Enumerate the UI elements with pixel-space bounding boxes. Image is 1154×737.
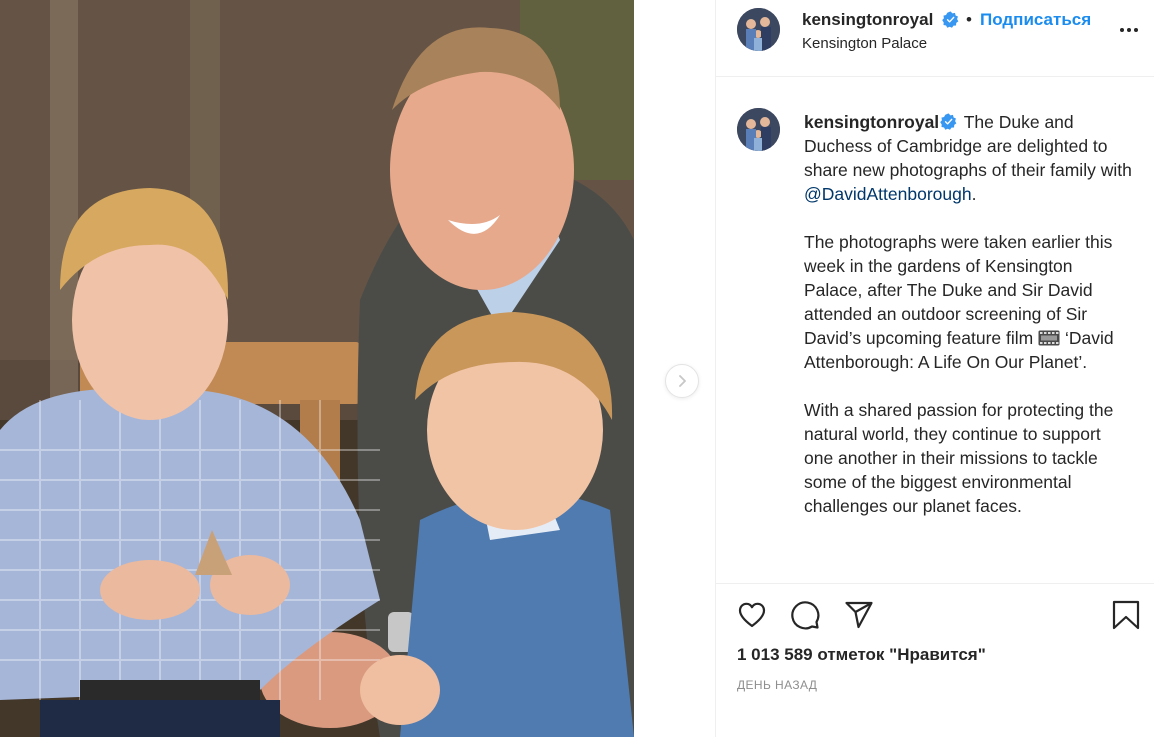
next-photo-button[interactable]	[665, 364, 699, 398]
photo-illustration	[0, 0, 634, 737]
comments-section: kensingtonroyal The Duke and Duchess of …	[716, 78, 1154, 584]
post-header: kensingtonroyal • Подписаться Kensington…	[716, 0, 1154, 77]
comment-icon[interactable]	[788, 598, 822, 632]
post-timestamp[interactable]: ДЕНЬ НАЗАД	[737, 678, 817, 692]
film-frames-icon	[1038, 330, 1060, 346]
caption-paragraph-1: kensingtonroyal The Duke and Duchess of …	[804, 110, 1134, 206]
bookmark-icon[interactable]	[1109, 598, 1143, 632]
likes-count[interactable]: 1 013 589 отметок "Нравится"	[737, 645, 986, 665]
paper-plane-icon[interactable]	[842, 598, 876, 632]
avatar-image	[737, 108, 780, 151]
caption-avatar[interactable]	[737, 108, 780, 151]
post-sidebar: kensingtonroyal • Подписаться Kensington…	[715, 0, 1154, 737]
post-caption: kensingtonroyal The Duke and Duchess of …	[804, 110, 1134, 542]
bookmark-icon-glyph	[1112, 600, 1140, 630]
post-photo[interactable]	[0, 0, 634, 737]
post-media	[0, 0, 715, 737]
avatar[interactable]	[737, 8, 780, 51]
caption-paragraph-3: With a shared passion for protecting the…	[804, 400, 1114, 516]
paper-plane-icon-glyph	[845, 601, 873, 629]
mention-link[interactable]: @DavidAttenborough	[804, 184, 972, 204]
verified-badge-icon	[942, 11, 959, 28]
follow-button[interactable]: Подписаться	[980, 10, 1091, 30]
caption-paragraph-2: The photographs were taken earlier this …	[804, 230, 1134, 374]
username-link[interactable]: kensingtonroyal	[802, 10, 933, 30]
location-link[interactable]: Kensington Palace	[802, 35, 927, 52]
caption-username-link[interactable]: kensingtonroyal	[804, 112, 939, 132]
more-options-icon[interactable]	[1116, 20, 1142, 40]
separator-dot: •	[966, 10, 972, 29]
chevron-right-icon	[679, 375, 686, 387]
action-bar	[716, 584, 1154, 646]
comment-icon-glyph	[791, 601, 820, 630]
caption-punctuation: .	[971, 184, 977, 204]
verified-badge-icon	[940, 113, 957, 130]
avatar-image	[737, 8, 780, 51]
heart-icon[interactable]	[735, 598, 769, 632]
heart-icon-glyph	[738, 602, 766, 628]
